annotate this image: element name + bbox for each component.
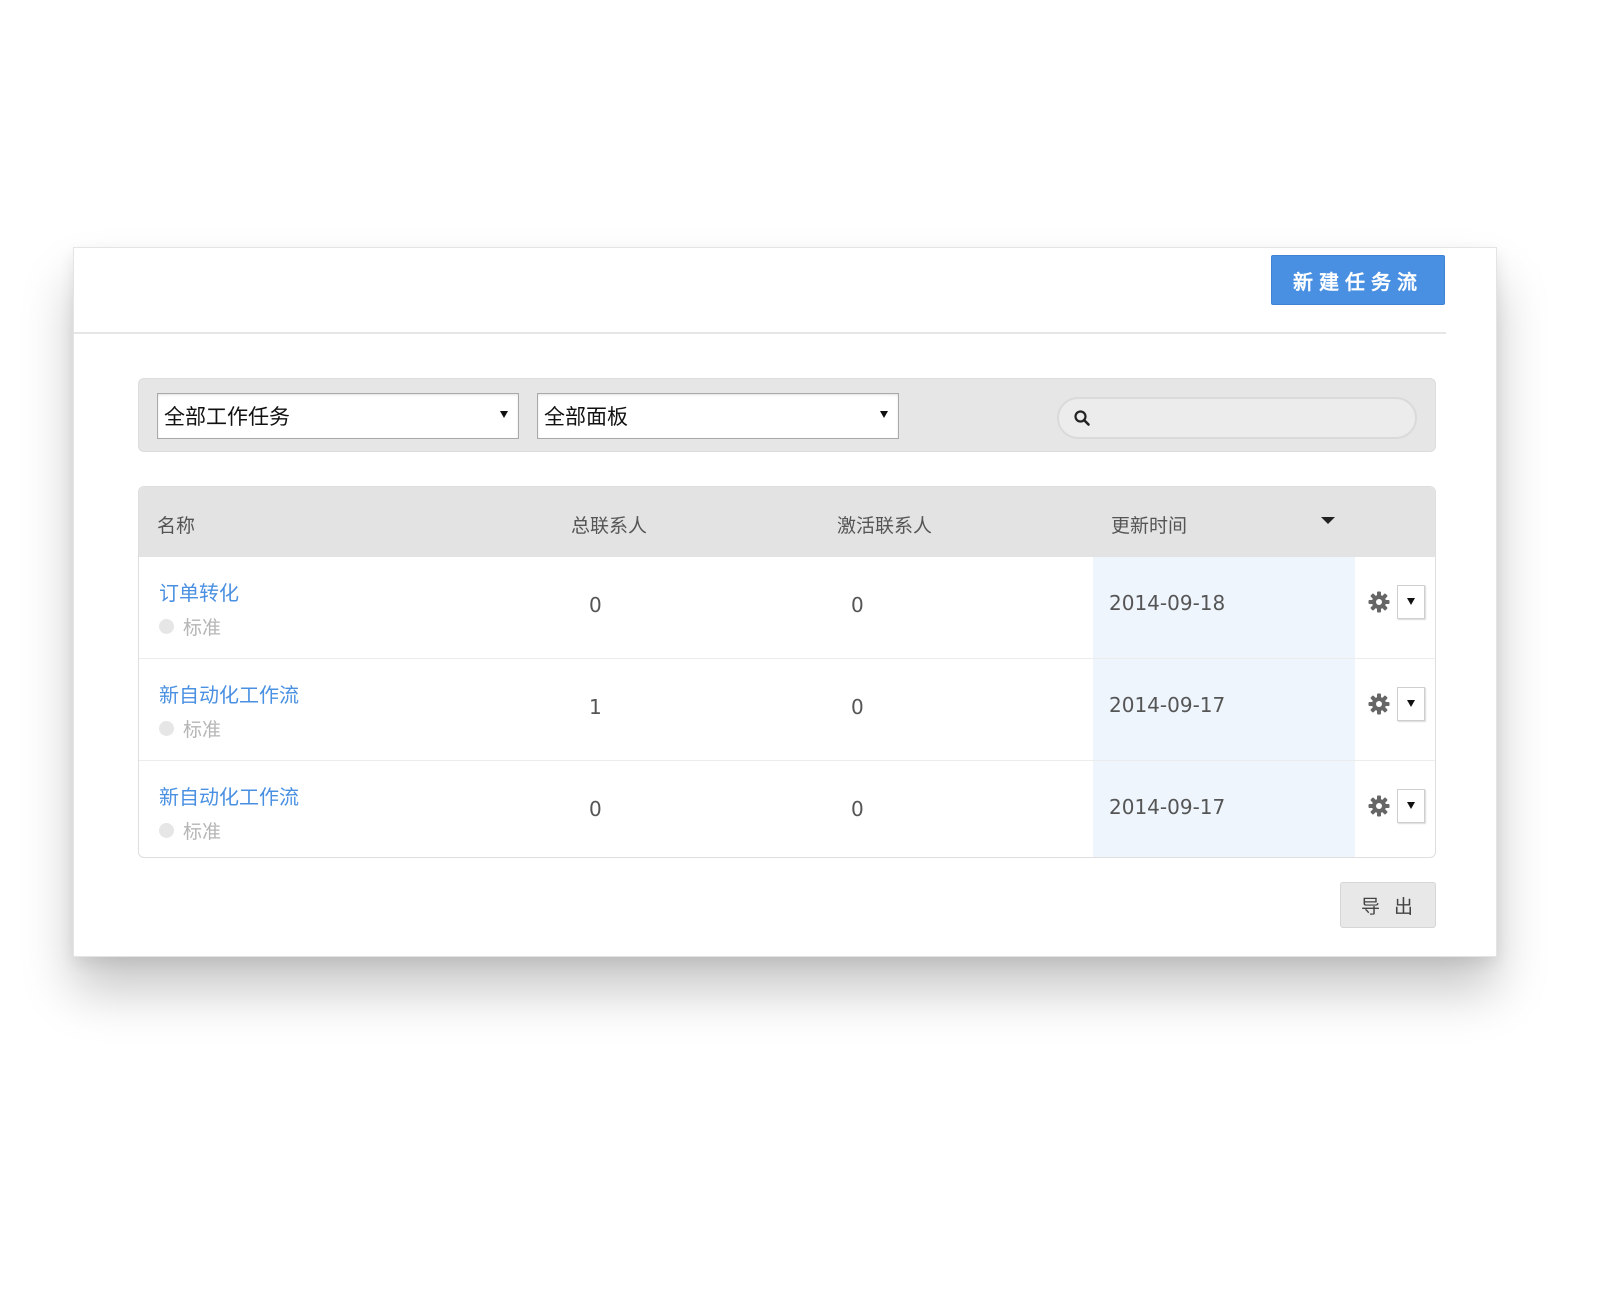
export-button[interactable]: 导出	[1340, 882, 1436, 928]
workflow-type: 标准	[159, 715, 221, 742]
gear-icon[interactable]	[1367, 692, 1391, 716]
status-filter-select[interactable]: 全部面板	[537, 393, 899, 439]
status-dot-icon	[159, 721, 174, 736]
sort-caret-icon[interactable]	[1321, 517, 1335, 524]
gear-icon[interactable]	[1367, 794, 1391, 818]
workflow-name-link[interactable]: 订单转化	[159, 577, 239, 606]
row-actions-dropdown[interactable]	[1397, 585, 1425, 619]
search-box[interactable]	[1057, 397, 1417, 439]
chevron-down-icon	[500, 411, 508, 418]
table-row: 新自动化工作流 标准 0 0 2014-09-17	[139, 761, 1435, 857]
search-icon	[1074, 410, 1090, 426]
column-header-name: 名称	[157, 515, 196, 537]
updated-date: 2014-09-17	[1109, 693, 1226, 717]
new-workflow-button[interactable]: 新建任务流	[1271, 255, 1445, 305]
updated-date: 2014-09-17	[1109, 795, 1226, 819]
workflow-table: 名称 总联系人 激活联系人 更新时间 订单转化 标准 0 0 2014-09-1…	[138, 486, 1436, 858]
search-input[interactable]	[1099, 406, 1403, 430]
active-contacts-value: 0	[851, 593, 864, 617]
active-contacts-value: 0	[851, 695, 864, 719]
workflow-type-label: 标准	[183, 617, 222, 639]
row-actions	[1367, 789, 1425, 823]
status-dot-icon	[159, 823, 174, 838]
workflow-type-label: 标准	[183, 821, 222, 843]
workflow-name-link[interactable]: 新自动化工作流	[159, 679, 299, 708]
active-contacts-value: 0	[851, 797, 864, 821]
row-actions-dropdown[interactable]	[1397, 687, 1425, 721]
status-dot-icon	[159, 619, 174, 634]
workflow-type: 标准	[159, 613, 221, 640]
task-filter-select[interactable]: 全部工作任务	[157, 393, 519, 439]
task-filter-value: 全部工作任务	[164, 405, 290, 429]
column-header-active-contacts: 激活联系人	[837, 515, 933, 537]
filter-bar: 全部工作任务 全部面板	[138, 378, 1436, 452]
workflow-panel: 新建任务流 全部工作任务 全部面板 名称 总联系人 激活联系人 更新时间 订单转…	[73, 247, 1497, 957]
table-row: 新自动化工作流 标准 1 0 2014-09-17	[139, 659, 1435, 761]
total-contacts-value: 0	[589, 797, 602, 821]
header-divider	[74, 332, 1446, 334]
status-filter-value: 全部面板	[544, 405, 628, 429]
updated-date: 2014-09-18	[1109, 591, 1226, 615]
row-actions	[1367, 585, 1425, 619]
workflow-name-link[interactable]: 新自动化工作流	[159, 781, 299, 810]
table-row: 订单转化 标准 0 0 2014-09-18	[139, 557, 1435, 659]
table-header: 名称 总联系人 激活联系人 更新时间	[139, 487, 1435, 557]
total-contacts-value: 0	[589, 593, 602, 617]
column-header-total-contacts: 总联系人	[571, 515, 648, 537]
workflow-type: 标准	[159, 817, 221, 844]
total-contacts-value: 1	[589, 695, 602, 719]
chevron-down-icon	[880, 411, 888, 418]
row-actions	[1367, 687, 1425, 721]
column-header-updated-time[interactable]: 更新时间	[1111, 511, 1187, 538]
row-actions-dropdown[interactable]	[1397, 789, 1425, 823]
gear-icon[interactable]	[1367, 590, 1391, 614]
workflow-type-label: 标准	[183, 719, 222, 741]
